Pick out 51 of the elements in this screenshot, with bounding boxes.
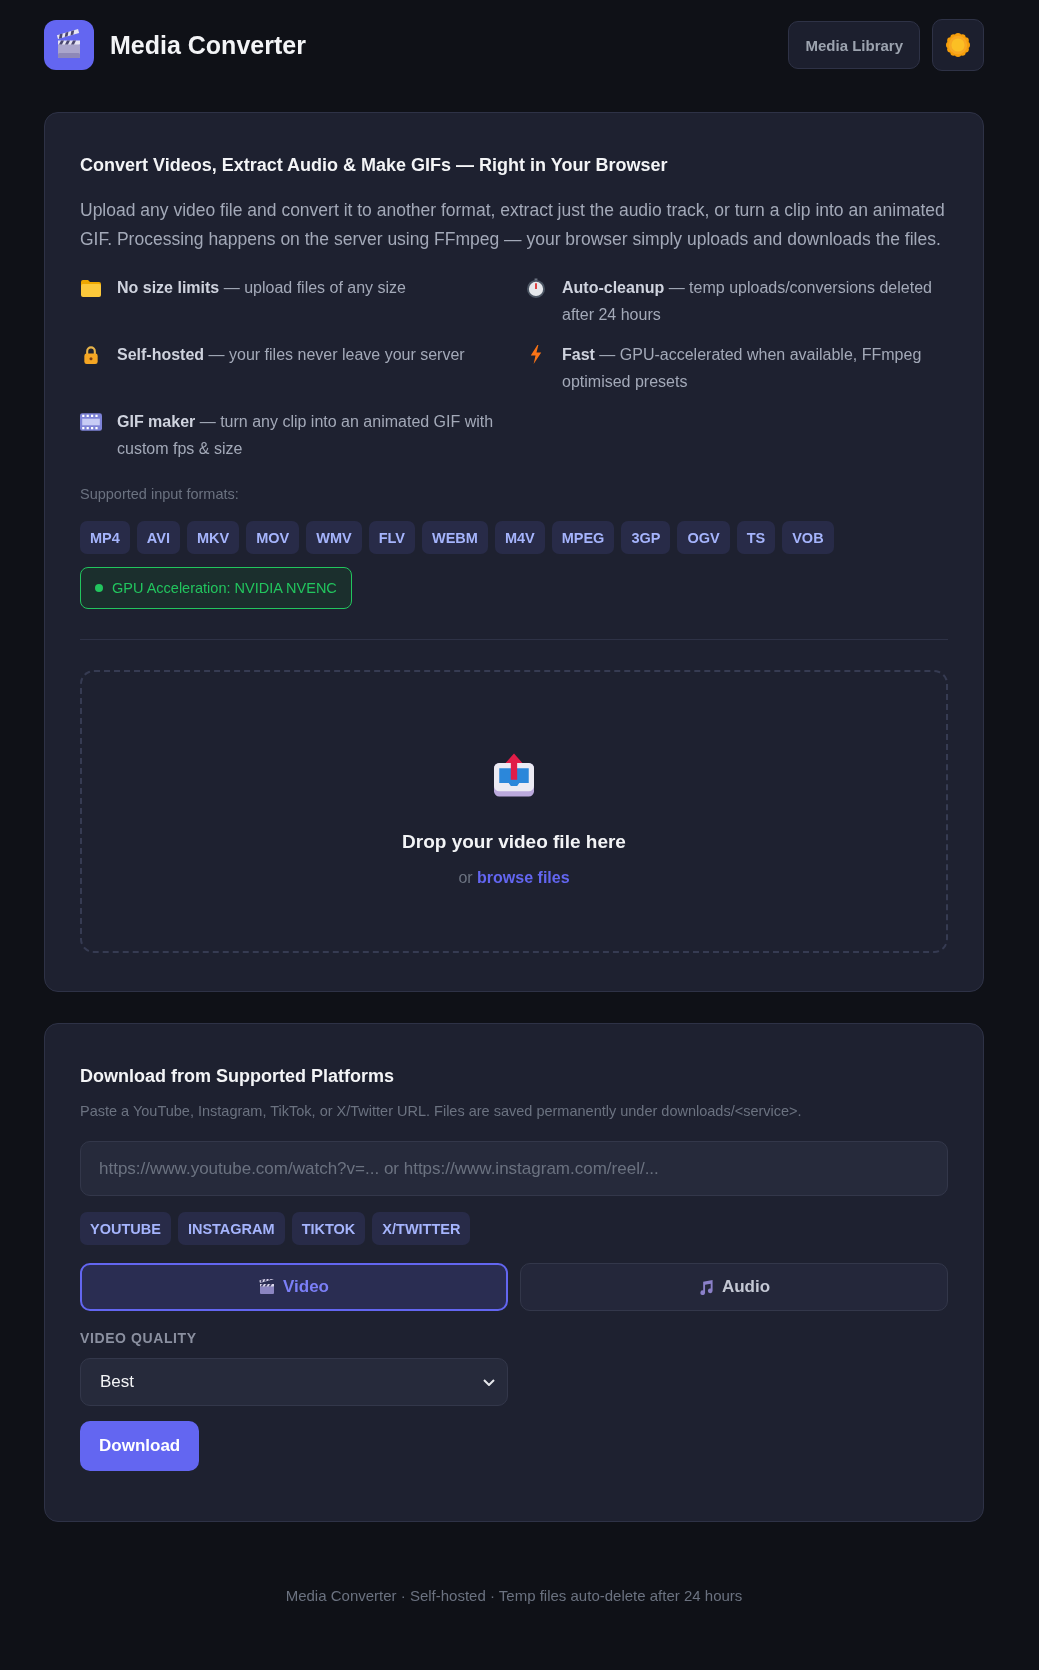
format-tag: 3GP	[621, 521, 671, 554]
feature-text: Auto-cleanup — temp uploads/conversions deleted after 24 hours	[562, 278, 933, 325]
mode-toggle-button[interactable]: Video	[80, 1263, 508, 1311]
format-tag: MKV	[186, 521, 240, 554]
format-tag: MP4	[80, 521, 130, 554]
platform-tag: X/TWITTER	[372, 1212, 471, 1245]
format-tag: OGV	[677, 521, 730, 554]
formats-label: Supported input formats:	[80, 485, 240, 504]
format-tag: TS	[736, 521, 776, 554]
feature-text: Self-hosted — your files never leave your server	[117, 345, 465, 365]
platform-tag: INSTAGRAM	[177, 1212, 285, 1245]
hint-text: Paste a YouTube, Instagram, TikTok, or X/Twitter URL. Files are saved permanently under downloads/<service>.	[80, 1102, 803, 1121]
quality-select[interactable]: Best	[80, 1358, 508, 1406]
format-tag: MPEG	[551, 521, 615, 554]
format-tag: WMV	[306, 521, 362, 554]
gpu-status-text: GPU Acceleration: NVIDIA NVENC	[112, 580, 337, 596]
clapperboard-icon	[44, 20, 94, 70]
drop-zone[interactable]: Drop your video file here or browse files	[80, 670, 948, 953]
browse-prompt: or browse files	[458, 867, 570, 888]
music-note-icon	[697, 1279, 714, 1295]
clapperboard-icon	[259, 1279, 275, 1295]
chevron-down-icon	[483, 1378, 495, 1386]
platform-tag: YOUTUBE	[80, 1212, 171, 1245]
theme-toggle-button[interactable]	[932, 19, 984, 71]
format-tag: WEBM	[421, 521, 488, 554]
footer-text: Media Converter · Self-hosted · Temp files auto-delete after 24 hours	[284, 1586, 744, 1606]
section-title: Convert Videos, Extract Audio & Make GIFs — Right in Your Browser	[80, 154, 669, 177]
film-strip-icon	[80, 412, 102, 432]
stopwatch-icon	[525, 278, 547, 298]
format-tag: M4V	[494, 521, 545, 554]
format-tag: VOB	[782, 521, 834, 554]
folder-icon	[80, 278, 102, 298]
feature-text: No size limits — upload files of any size	[117, 278, 406, 298]
sun-icon	[946, 33, 970, 57]
quality-label: VIDEO QUALITY	[80, 1329, 198, 1347]
browse-files-link[interactable]: browse files	[477, 868, 570, 886]
url-field[interactable]: https://www.youtube.com/watch?v=... or https://www.instagram.com/reel/...	[80, 1141, 948, 1196]
format-tag: FLV	[368, 521, 415, 554]
format-tag: MOV	[246, 521, 300, 554]
feature-text: GIF maker — turn any clip into an animated GIF with custom fps & size	[117, 412, 495, 459]
mode-toggle-button[interactable]: Audio	[520, 1263, 948, 1311]
description-text: Upload any video file and convert it to another format, extract just the audio track, or turn a clip into an animated GIF. Processing happens on the server using FFmpeg — your browser simply uploads and downloads the files.	[80, 199, 946, 251]
section-title: Download from Supported Platforms	[80, 1065, 395, 1088]
feature-text: Fast — GPU-accelerated when available, FFmpeg optimised presets	[562, 345, 923, 392]
format-tag: AVI	[136, 521, 180, 554]
download-button[interactable]: Download	[80, 1421, 200, 1471]
app-title: Media Converter	[110, 30, 306, 60]
drop-title: Drop your video file here	[402, 829, 626, 854]
upload-tray-icon	[494, 752, 534, 797]
platform-tag: TIKTOK	[291, 1212, 366, 1245]
media-library-button[interactable]: Media Library	[788, 21, 920, 69]
